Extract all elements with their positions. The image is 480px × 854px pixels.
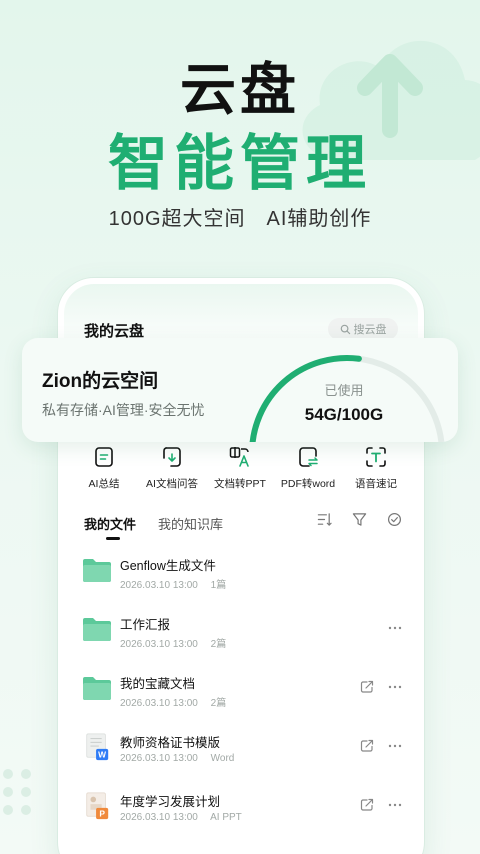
file-date: 2026.03.10 13:00 (120, 639, 198, 650)
hero-title-line1: 云盘 (180, 58, 300, 121)
file-list: Genflow生成文件 2026.03.10 13:00 1篇 工作汇报 202… (80, 548, 402, 843)
svg-text:P: P (99, 809, 105, 819)
filter-icon[interactable] (352, 512, 367, 527)
file-info: AI PPT (210, 812, 242, 823)
more-icon[interactable] (388, 798, 402, 812)
tool-label: 文档转PPT (214, 478, 266, 490)
share-icon[interactable] (360, 798, 374, 812)
file-row[interactable]: 我的宝藏文档 2026.03.10 13:00 2篇 (80, 666, 402, 725)
file-name: Genflow生成文件 (120, 559, 216, 573)
sort-icon[interactable] (317, 512, 332, 527)
search-icon (340, 324, 350, 334)
ai-summary-icon (95, 447, 113, 467)
file-info: Word (210, 753, 235, 764)
list-tools (317, 512, 402, 527)
file-meta: 2026.03.10 13:00 1篇 (120, 576, 236, 591)
more-icon[interactable] (388, 739, 402, 753)
file-date: 2026.03.10 13:00 (120, 753, 198, 764)
word-document-icon: W (86, 733, 109, 761)
tool-pdf-to-word[interactable]: PDF转word (276, 446, 340, 496)
ppt-document-icon: P (86, 792, 109, 820)
file-row[interactable]: Genflow生成文件 2026.03.10 13:00 1篇 (80, 548, 402, 607)
svg-text:W: W (98, 750, 106, 760)
tool-voice-note[interactable]: 语音速记 (344, 446, 408, 496)
storage-card[interactable]: Zion的云空间 私有存储·AI管理·安全无忧 已使用 54G/100G (22, 338, 458, 442)
more-icon[interactable] (388, 680, 402, 694)
file-date: 2026.03.10 13:00 (120, 580, 198, 591)
file-row[interactable]: 工作汇报 2026.03.10 13:00 2篇 (80, 607, 402, 666)
search-box[interactable]: 搜云盘 (328, 318, 398, 340)
hero-title-line2: 智能管理 (108, 130, 372, 197)
file-meta: 2026.03.10 13:00 Word (120, 753, 244, 764)
more-icon[interactable] (388, 621, 402, 635)
folder-icon (83, 618, 111, 641)
folder-icon (83, 677, 111, 700)
file-name: 教师资格证书模版 (120, 736, 221, 750)
tab-knowledge-base[interactable]: 我的知识库 (158, 514, 223, 533)
file-meta: 2026.03.10 13:00 AI PPT (120, 812, 252, 823)
file-name: 我的宝藏文档 (120, 677, 196, 691)
tool-doc-qa[interactable]: AI文档问答 (140, 446, 204, 496)
doc-to-ppt-icon (229, 447, 249, 467)
space-name: Zion的云空间 (42, 371, 159, 392)
tab-my-files[interactable]: 我的文件 (84, 514, 136, 540)
file-row[interactable]: W 教师资格证书模版 2026.03.10 13:00 Word (80, 725, 402, 784)
file-tabs: 我的文件 我的知识库 (84, 514, 223, 540)
file-info: 2篇 (210, 639, 227, 650)
pdf-to-word-icon (299, 447, 318, 467)
file-name: 年度学习发展计划 (120, 795, 221, 809)
space-description: 私有存储·AI管理·安全无忧 (42, 402, 205, 418)
search-placeholder: 搜云盘 (353, 324, 387, 336)
file-date: 2026.03.10 13:00 (120, 698, 198, 709)
used-value: 54G/100G (304, 405, 384, 424)
voice-note-icon (366, 447, 386, 467)
file-info: 2篇 (210, 698, 227, 709)
doc-qa-icon (163, 447, 181, 467)
tool-label: AI文档问答 (146, 478, 198, 490)
tool-label: 语音速记 (355, 478, 397, 490)
file-info: 1篇 (210, 580, 227, 591)
select-check-icon[interactable] (387, 512, 402, 527)
file-row[interactable]: P 年度学习发展计划 2026.03.10 13:00 AI PPT (80, 784, 402, 843)
tool-label: PDF转word (280, 478, 336, 490)
used-label: 已使用 (324, 383, 364, 398)
file-meta: 2026.03.10 13:00 2篇 (120, 635, 236, 650)
file-date: 2026.03.10 13:00 (120, 812, 198, 823)
tool-doc-to-ppt[interactable]: 文档转PPT (208, 446, 272, 496)
hero-subtitle: 100G超大空间 AI辅助创作 (108, 208, 372, 230)
share-icon[interactable] (360, 739, 374, 753)
tool-ai-summary[interactable]: AI总结 (72, 446, 136, 496)
share-icon[interactable] (360, 680, 374, 694)
file-meta: 2026.03.10 13:00 2篇 (120, 694, 236, 709)
tool-label: AI总结 (88, 478, 120, 490)
file-name: 工作汇报 (120, 618, 171, 632)
dots-decoration-icon (3, 769, 31, 815)
tools-row: AI总结 AI文档问答 文档转PPT PDF转word 语音速记 (72, 446, 408, 496)
folder-icon (83, 559, 111, 582)
